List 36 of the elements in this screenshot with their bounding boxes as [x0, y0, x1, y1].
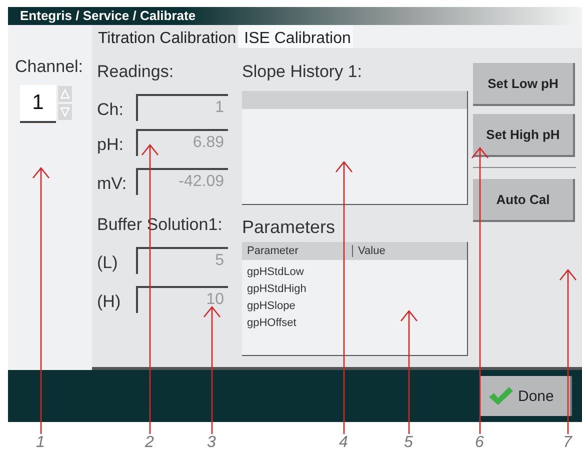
window-title: Entegris / Service / Calibrate	[20, 8, 196, 23]
callout-number: 5	[404, 434, 413, 452]
field-label: pH:	[97, 134, 124, 155]
section-title: Readings:	[97, 62, 175, 82]
callout-number: 4	[339, 434, 348, 452]
table-cell-text: gpHSlope	[246, 299, 296, 314]
field-label: (L)	[97, 252, 119, 273]
callout-number: 2	[145, 434, 154, 452]
field-label: Ch:	[97, 99, 124, 120]
up-arrow-icon[interactable]	[58, 86, 72, 102]
tab[interactable]: ISE Calibration	[238, 25, 353, 48]
down-arrow-icon[interactable]	[58, 104, 72, 120]
auto-cal-button[interactable]: Auto Cal	[473, 179, 575, 222]
reading-field: 6.89	[136, 129, 228, 156]
checkmark-icon	[488, 386, 514, 406]
field-label: (H)	[97, 291, 122, 312]
done-button[interactable]: Done	[480, 376, 572, 416]
callout-number: 1	[36, 434, 45, 452]
column-header: Value	[357, 245, 386, 257]
table-cell-text: gpHOffset	[246, 316, 298, 331]
field-label: mV:	[97, 173, 128, 194]
set-ph-button[interactable]: Set High pH	[473, 114, 575, 157]
section-title: Parameters	[242, 217, 336, 238]
table-cell-text: gpHStdHigh	[246, 282, 308, 297]
set-ph-button[interactable]: Set Low pH	[473, 63, 575, 106]
callout-number: 3	[207, 434, 216, 452]
callout-number: 6	[475, 434, 484, 452]
channel-field[interactable]: 1	[20, 85, 56, 123]
tab[interactable]: Titration Calibration	[92, 25, 238, 48]
section-title: Slope History 1:	[242, 62, 363, 82]
reading-field: -42.09	[136, 168, 228, 195]
reading-field: 1	[136, 94, 228, 121]
callout-number: 7	[563, 434, 572, 452]
column-header: Parameter	[242, 245, 353, 257]
table-cell-text: gpHStdLow	[246, 265, 305, 280]
channel-label: Channel:	[14, 57, 84, 77]
